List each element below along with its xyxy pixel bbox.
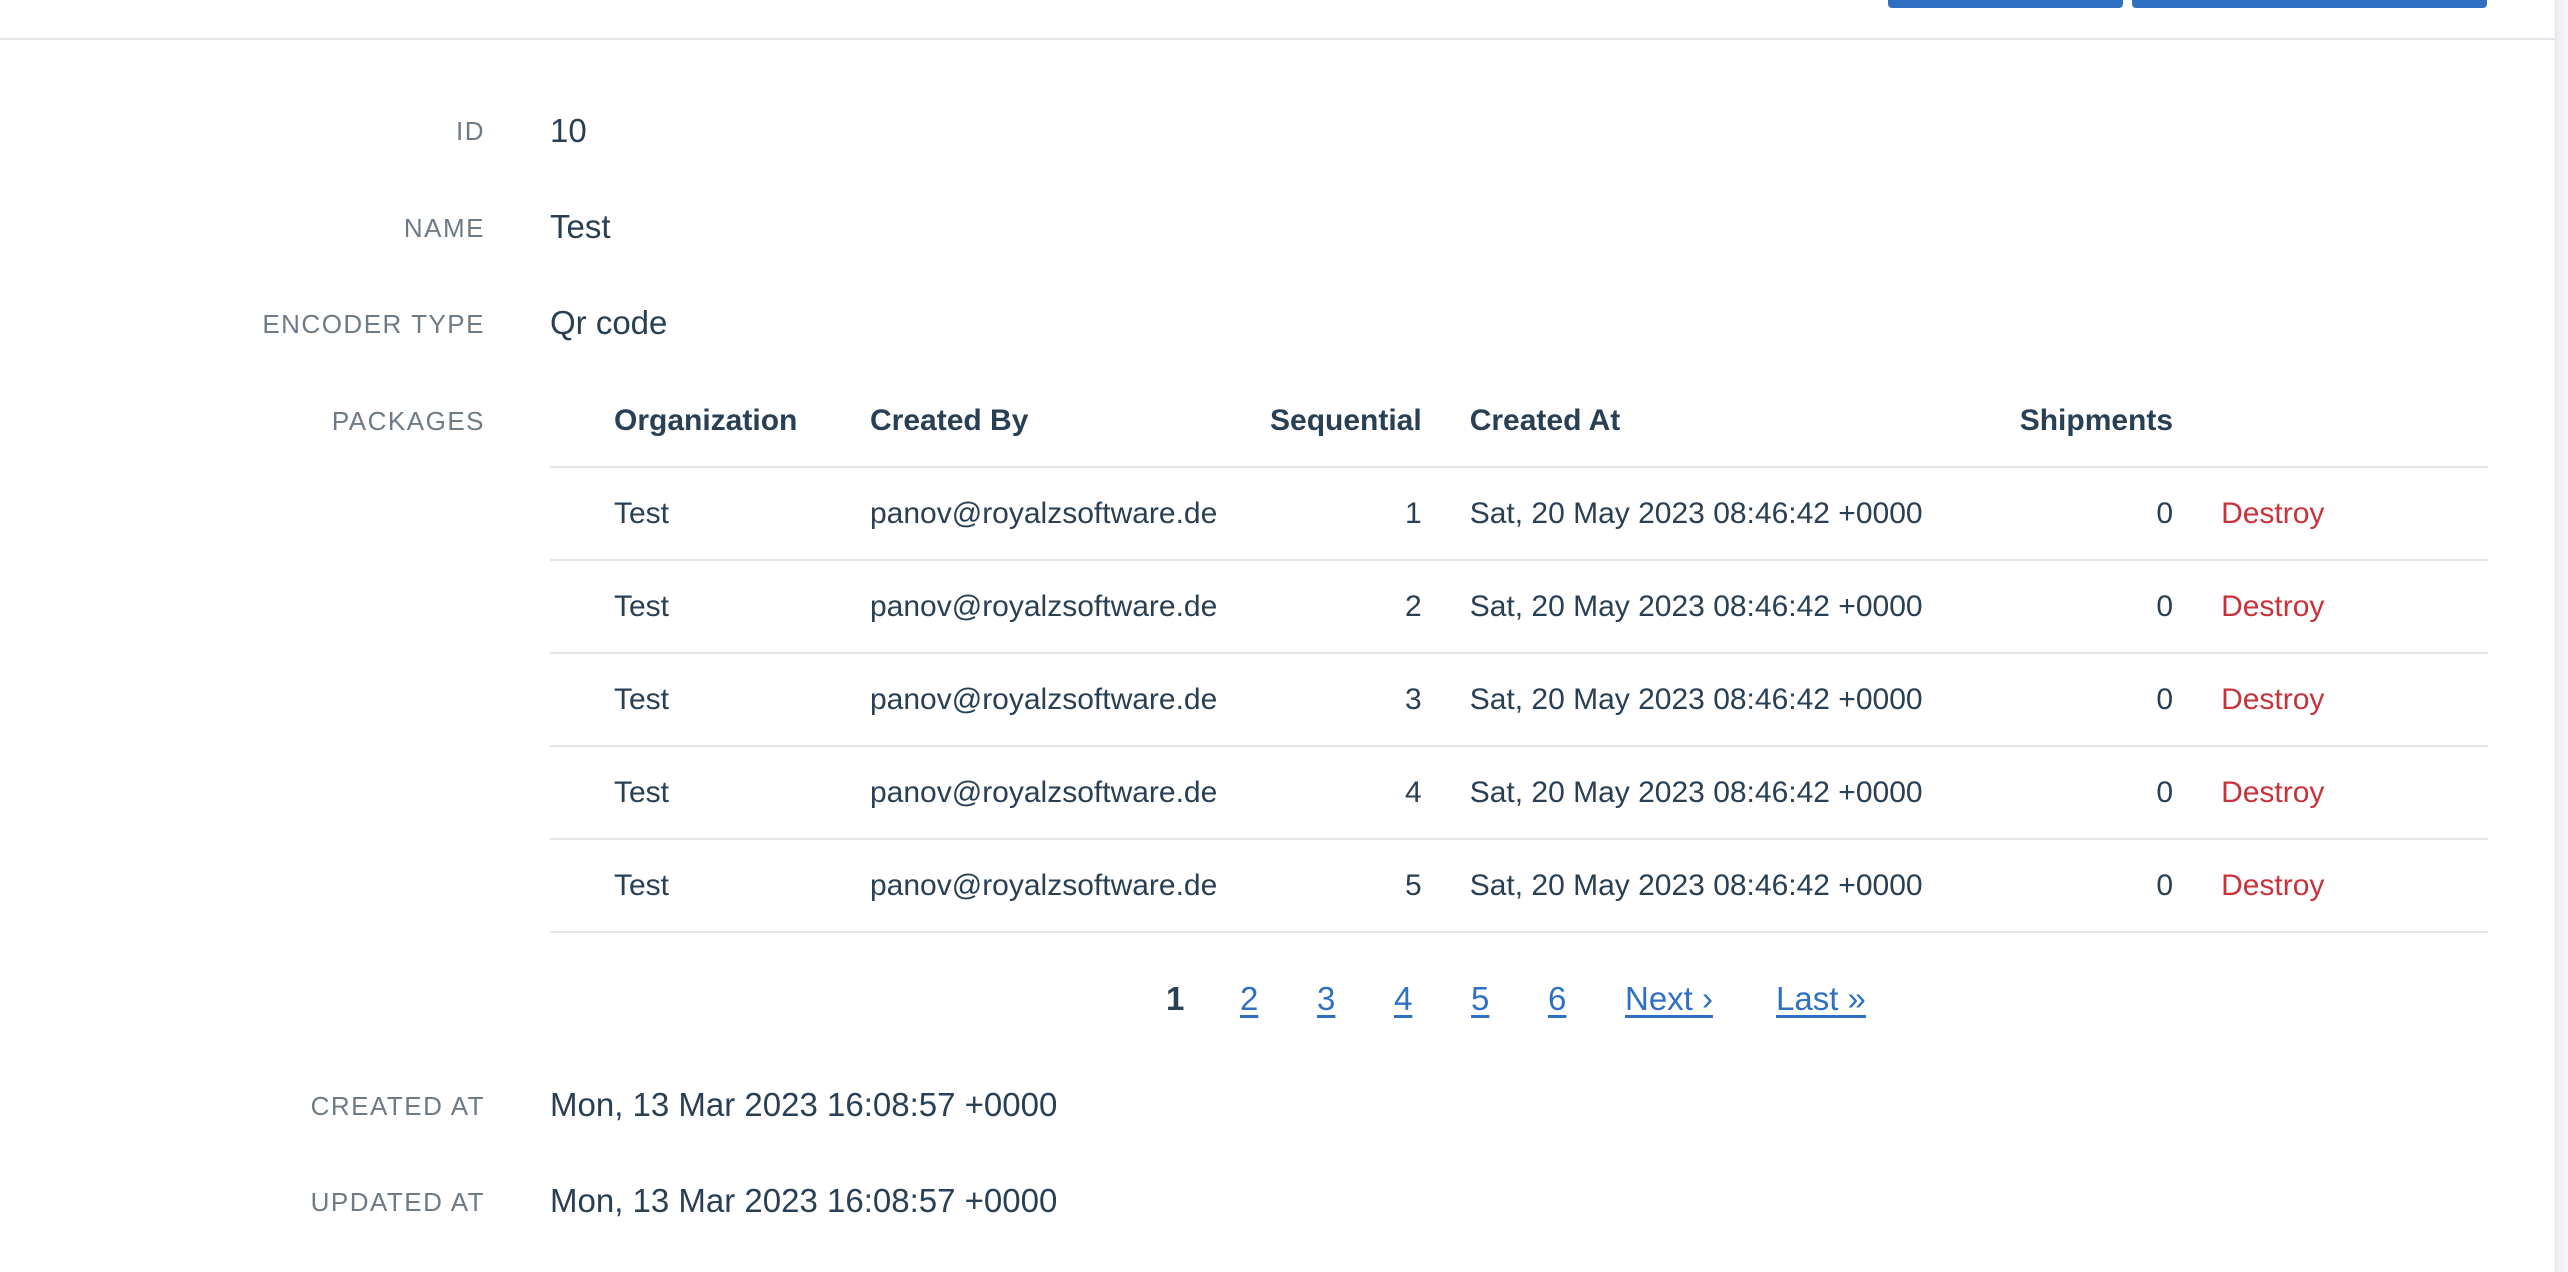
pagination-page-5[interactable]: 5 xyxy=(1471,980,1489,1018)
cell-organization: Test xyxy=(550,467,870,561)
table-row[interactable]: Test panov@royalzsoftware.de 4 Sat, 20 M… xyxy=(550,746,2488,840)
created-at-value: Mon, 13 Mar 2023 16:08:57 +0000 xyxy=(550,1086,1058,1123)
cell-sequential: 5 xyxy=(1270,839,1470,933)
header-action-button-1[interactable] xyxy=(1888,0,2123,8)
cell-created-at: Sat, 20 May 2023 08:46:42 +0000 xyxy=(1469,467,2020,561)
id-label: ID xyxy=(456,116,485,146)
encoder-type-value: Qr code xyxy=(550,304,668,341)
cell-shipments: 0 xyxy=(2019,839,2222,933)
cell-sequential: 1 xyxy=(1270,467,1470,561)
cell-created-at: Sat, 20 May 2023 08:46:42 +0000 xyxy=(1469,653,2020,747)
header-divider xyxy=(0,38,2555,40)
header-action-button-2[interactable] xyxy=(2132,0,2487,8)
cell-created-at: Sat, 20 May 2023 08:46:42 +0000 xyxy=(1469,839,2020,933)
record-show-page: ID 10 NAME Test ENCODER TYPE Qr code PAC… xyxy=(0,0,2568,1272)
destroy-link[interactable]: Destroy xyxy=(2221,869,2324,902)
pagination-last-link[interactable]: Last » xyxy=(1776,980,1866,1018)
cell-sequential: 3 xyxy=(1270,653,1470,747)
cell-organization: Test xyxy=(550,746,870,840)
column-header-actions xyxy=(2221,376,2488,468)
cell-organization: Test xyxy=(550,653,870,747)
destroy-link[interactable]: Destroy xyxy=(2221,683,2324,716)
id-value: 10 xyxy=(550,112,587,149)
updated-at-label: UPDATED AT xyxy=(310,1187,485,1217)
pagination-page-4[interactable]: 4 xyxy=(1394,980,1412,1018)
column-header-created-by[interactable]: Created By xyxy=(870,376,1270,468)
pagination-page-6[interactable]: 6 xyxy=(1548,980,1566,1018)
table-row[interactable]: Test panov@royalzsoftware.de 2 Sat, 20 M… xyxy=(550,560,2488,654)
packages-table: Organization Created By Sequential Creat… xyxy=(550,376,2488,933)
column-header-sequential[interactable]: Sequential xyxy=(1270,376,1470,468)
cell-created-by: panov@royalzsoftware.de xyxy=(870,839,1270,933)
encoder-type-label: ENCODER TYPE xyxy=(262,309,485,339)
cell-created-by: panov@royalzsoftware.de xyxy=(870,746,1270,840)
pagination-current-page: 1 xyxy=(1166,980,1185,1017)
pagination: 1 2 3 4 5 6 Next › Last » xyxy=(0,980,2568,1030)
cell-created-by: panov@royalzsoftware.de xyxy=(870,467,1270,561)
column-header-shipments[interactable]: Shipments xyxy=(2019,376,2222,468)
packages-label: PACKAGES xyxy=(331,406,485,436)
column-header-organization[interactable]: Organization xyxy=(550,376,870,468)
table-row[interactable]: Test panov@royalzsoftware.de 1 Sat, 20 M… xyxy=(550,467,2488,561)
cell-shipments: 0 xyxy=(2019,653,2222,747)
cell-shipments: 0 xyxy=(2019,746,2222,840)
cell-shipments: 0 xyxy=(2019,467,2222,561)
pagination-page-2[interactable]: 2 xyxy=(1240,980,1258,1018)
destroy-link[interactable]: Destroy xyxy=(2221,776,2324,809)
window-edge xyxy=(2555,0,2568,1272)
destroy-link[interactable]: Destroy xyxy=(2221,590,2324,623)
column-header-created-at[interactable]: Created At xyxy=(1469,376,2020,468)
cell-created-at: Sat, 20 May 2023 08:46:42 +0000 xyxy=(1469,746,2020,840)
name-value: Test xyxy=(550,208,611,245)
cell-sequential: 2 xyxy=(1270,560,1470,654)
table-row[interactable]: Test panov@royalzsoftware.de 5 Sat, 20 M… xyxy=(550,839,2488,933)
cell-shipments: 0 xyxy=(2019,560,2222,654)
updated-at-value: Mon, 13 Mar 2023 16:08:57 +0000 xyxy=(550,1182,1058,1219)
pagination-page-3[interactable]: 3 xyxy=(1317,980,1335,1018)
pagination-next-link[interactable]: Next › xyxy=(1625,980,1713,1018)
destroy-link[interactable]: Destroy xyxy=(2221,497,2324,530)
cell-sequential: 4 xyxy=(1270,746,1470,840)
created-at-label: CREATED AT xyxy=(310,1091,485,1121)
table-header-row: Organization Created By Sequential Creat… xyxy=(550,376,2488,468)
cell-organization: Test xyxy=(550,560,870,654)
cell-created-by: panov@royalzsoftware.de xyxy=(870,560,1270,654)
cell-organization: Test xyxy=(550,839,870,933)
name-label: NAME xyxy=(403,213,485,243)
table-row[interactable]: Test panov@royalzsoftware.de 3 Sat, 20 M… xyxy=(550,653,2488,747)
cell-created-by: panov@royalzsoftware.de xyxy=(870,653,1270,747)
cell-created-at: Sat, 20 May 2023 08:46:42 +0000 xyxy=(1469,560,2020,654)
